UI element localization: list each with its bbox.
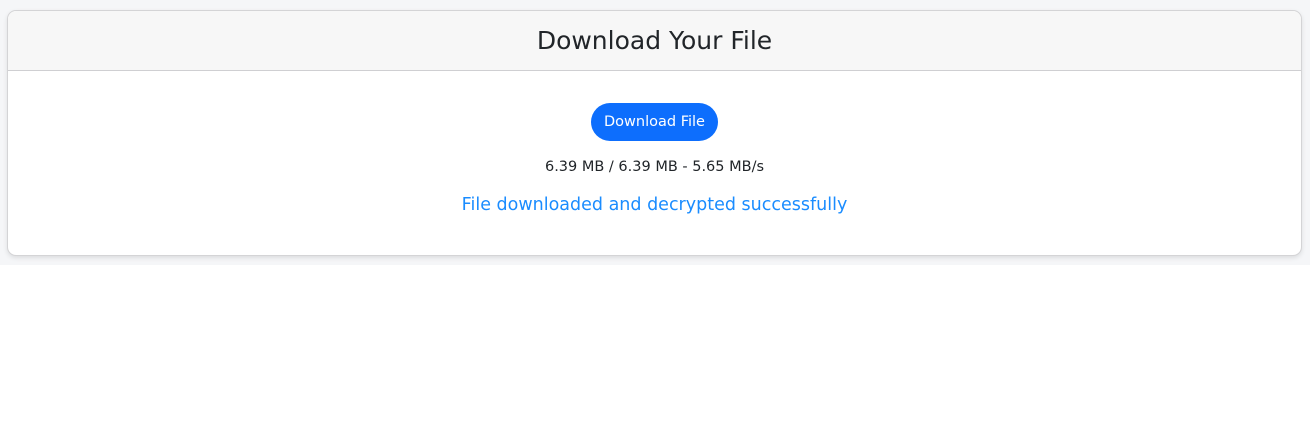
page-background: Download Your File Download File 6.39 MB…	[0, 0, 1310, 265]
download-progress-text: 6.39 MB / 6.39 MB - 5.65 MB/s	[544, 159, 765, 175]
status-message: File downloaded and decrypted successful…	[461, 195, 848, 215]
card-header: Download Your File	[8, 11, 1301, 71]
page-title: Download Your File	[536, 26, 773, 55]
card-body: Download File 6.39 MB / 6.39 MB - 5.65 M…	[8, 71, 1301, 215]
download-card: Download Your File Download File 6.39 MB…	[7, 10, 1302, 256]
download-file-button[interactable]: Download File	[591, 103, 718, 141]
